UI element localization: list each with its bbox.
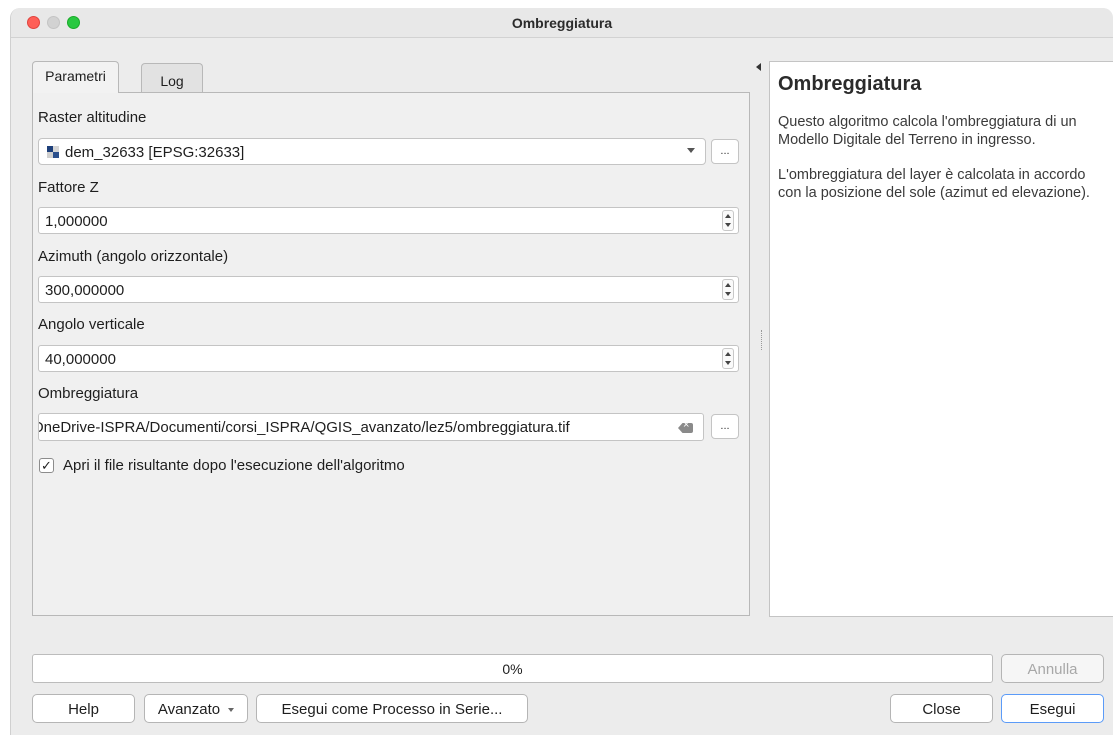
tab-log[interactable]: Log bbox=[141, 63, 203, 93]
raster-browse-button[interactable]: ... bbox=[711, 139, 739, 164]
help-title: Ombreggiatura bbox=[778, 73, 922, 95]
fattore-z-value: 1,000000 bbox=[45, 213, 108, 230]
raster-altitudine-label: Raster altitudine bbox=[38, 109, 147, 126]
fattore-z-label: Fattore Z bbox=[38, 179, 99, 196]
ombreggiatura-output-label: Ombreggiatura bbox=[38, 385, 139, 402]
stepper-icon[interactable] bbox=[722, 348, 734, 369]
angolo-verticale-value: 40,000000 bbox=[45, 351, 116, 368]
stepper-icon[interactable] bbox=[722, 210, 734, 231]
azimuth-label: Azimuth (angolo orizzontale) bbox=[38, 248, 229, 265]
open-output-checkbox[interactable]: ✓ bbox=[39, 458, 54, 473]
progress-text: 0% bbox=[502, 661, 523, 677]
title-bar: Ombreggiatura bbox=[11, 8, 1113, 38]
progress-bar: 0% bbox=[32, 654, 993, 683]
output-browse-button[interactable]: ... bbox=[711, 414, 739, 439]
open-output-label: Apri il file risultante dopo l'esecuzion… bbox=[63, 457, 405, 474]
batch-process-button[interactable]: Esegui come Processo in Serie... bbox=[256, 694, 528, 723]
output-file-value: OneDrive-ISPRA/Documenti/corsi_ISPRA/QGI… bbox=[38, 419, 570, 436]
clear-icon[interactable] bbox=[678, 423, 693, 433]
annulla-button[interactable]: Annulla bbox=[1001, 654, 1104, 683]
raster-altitudine-combo[interactable]: dem_32633 [EPSG:32633] bbox=[38, 138, 706, 165]
help-button[interactable]: Help bbox=[32, 694, 135, 723]
tab-parametri[interactable]: Parametri bbox=[32, 61, 119, 93]
fattore-z-spinbox[interactable]: 1,000000 bbox=[38, 207, 739, 234]
azimuth-value: 300,000000 bbox=[45, 282, 125, 299]
window-title: Ombreggiatura bbox=[511, 15, 613, 31]
angolo-verticale-spinbox[interactable]: 40,000000 bbox=[38, 345, 739, 372]
raster-altitudine-value: dem_32633 [EPSG:32633] bbox=[65, 144, 245, 161]
stepper-icon[interactable] bbox=[722, 279, 734, 300]
chevron-down-icon bbox=[687, 148, 695, 153]
collapse-help-icon[interactable] bbox=[756, 63, 761, 71]
help-paragraph-1: Questo algoritmo calcola l'ombreggiatura… bbox=[778, 114, 1077, 148]
avanzato-button[interactable]: Avanzato bbox=[144, 694, 248, 723]
splitter-handle[interactable] bbox=[761, 330, 763, 350]
dialog-window: Ombreggiatura Parametri Log Raster altit… bbox=[10, 8, 1113, 735]
angolo-verticale-label: Angolo verticale bbox=[38, 316, 145, 333]
close-button[interactable]: Close bbox=[890, 694, 993, 723]
azimuth-spinbox[interactable]: 300,000000 bbox=[38, 276, 739, 303]
output-file-field[interactable]: OneDrive-ISPRA/Documenti/corsi_ISPRA/QGI… bbox=[38, 413, 704, 441]
help-paragraph-2: L'ombreggiatura del layer è calcolata in… bbox=[778, 167, 1090, 201]
caret-down-icon bbox=[228, 708, 235, 713]
raster-layer-icon bbox=[47, 146, 59, 158]
esegui-button[interactable]: Esegui bbox=[1001, 694, 1104, 723]
help-panel: Ombreggiatura Questo algoritmo calcola l… bbox=[769, 61, 1113, 617]
avanzato-label: Avanzato bbox=[157, 701, 221, 718]
